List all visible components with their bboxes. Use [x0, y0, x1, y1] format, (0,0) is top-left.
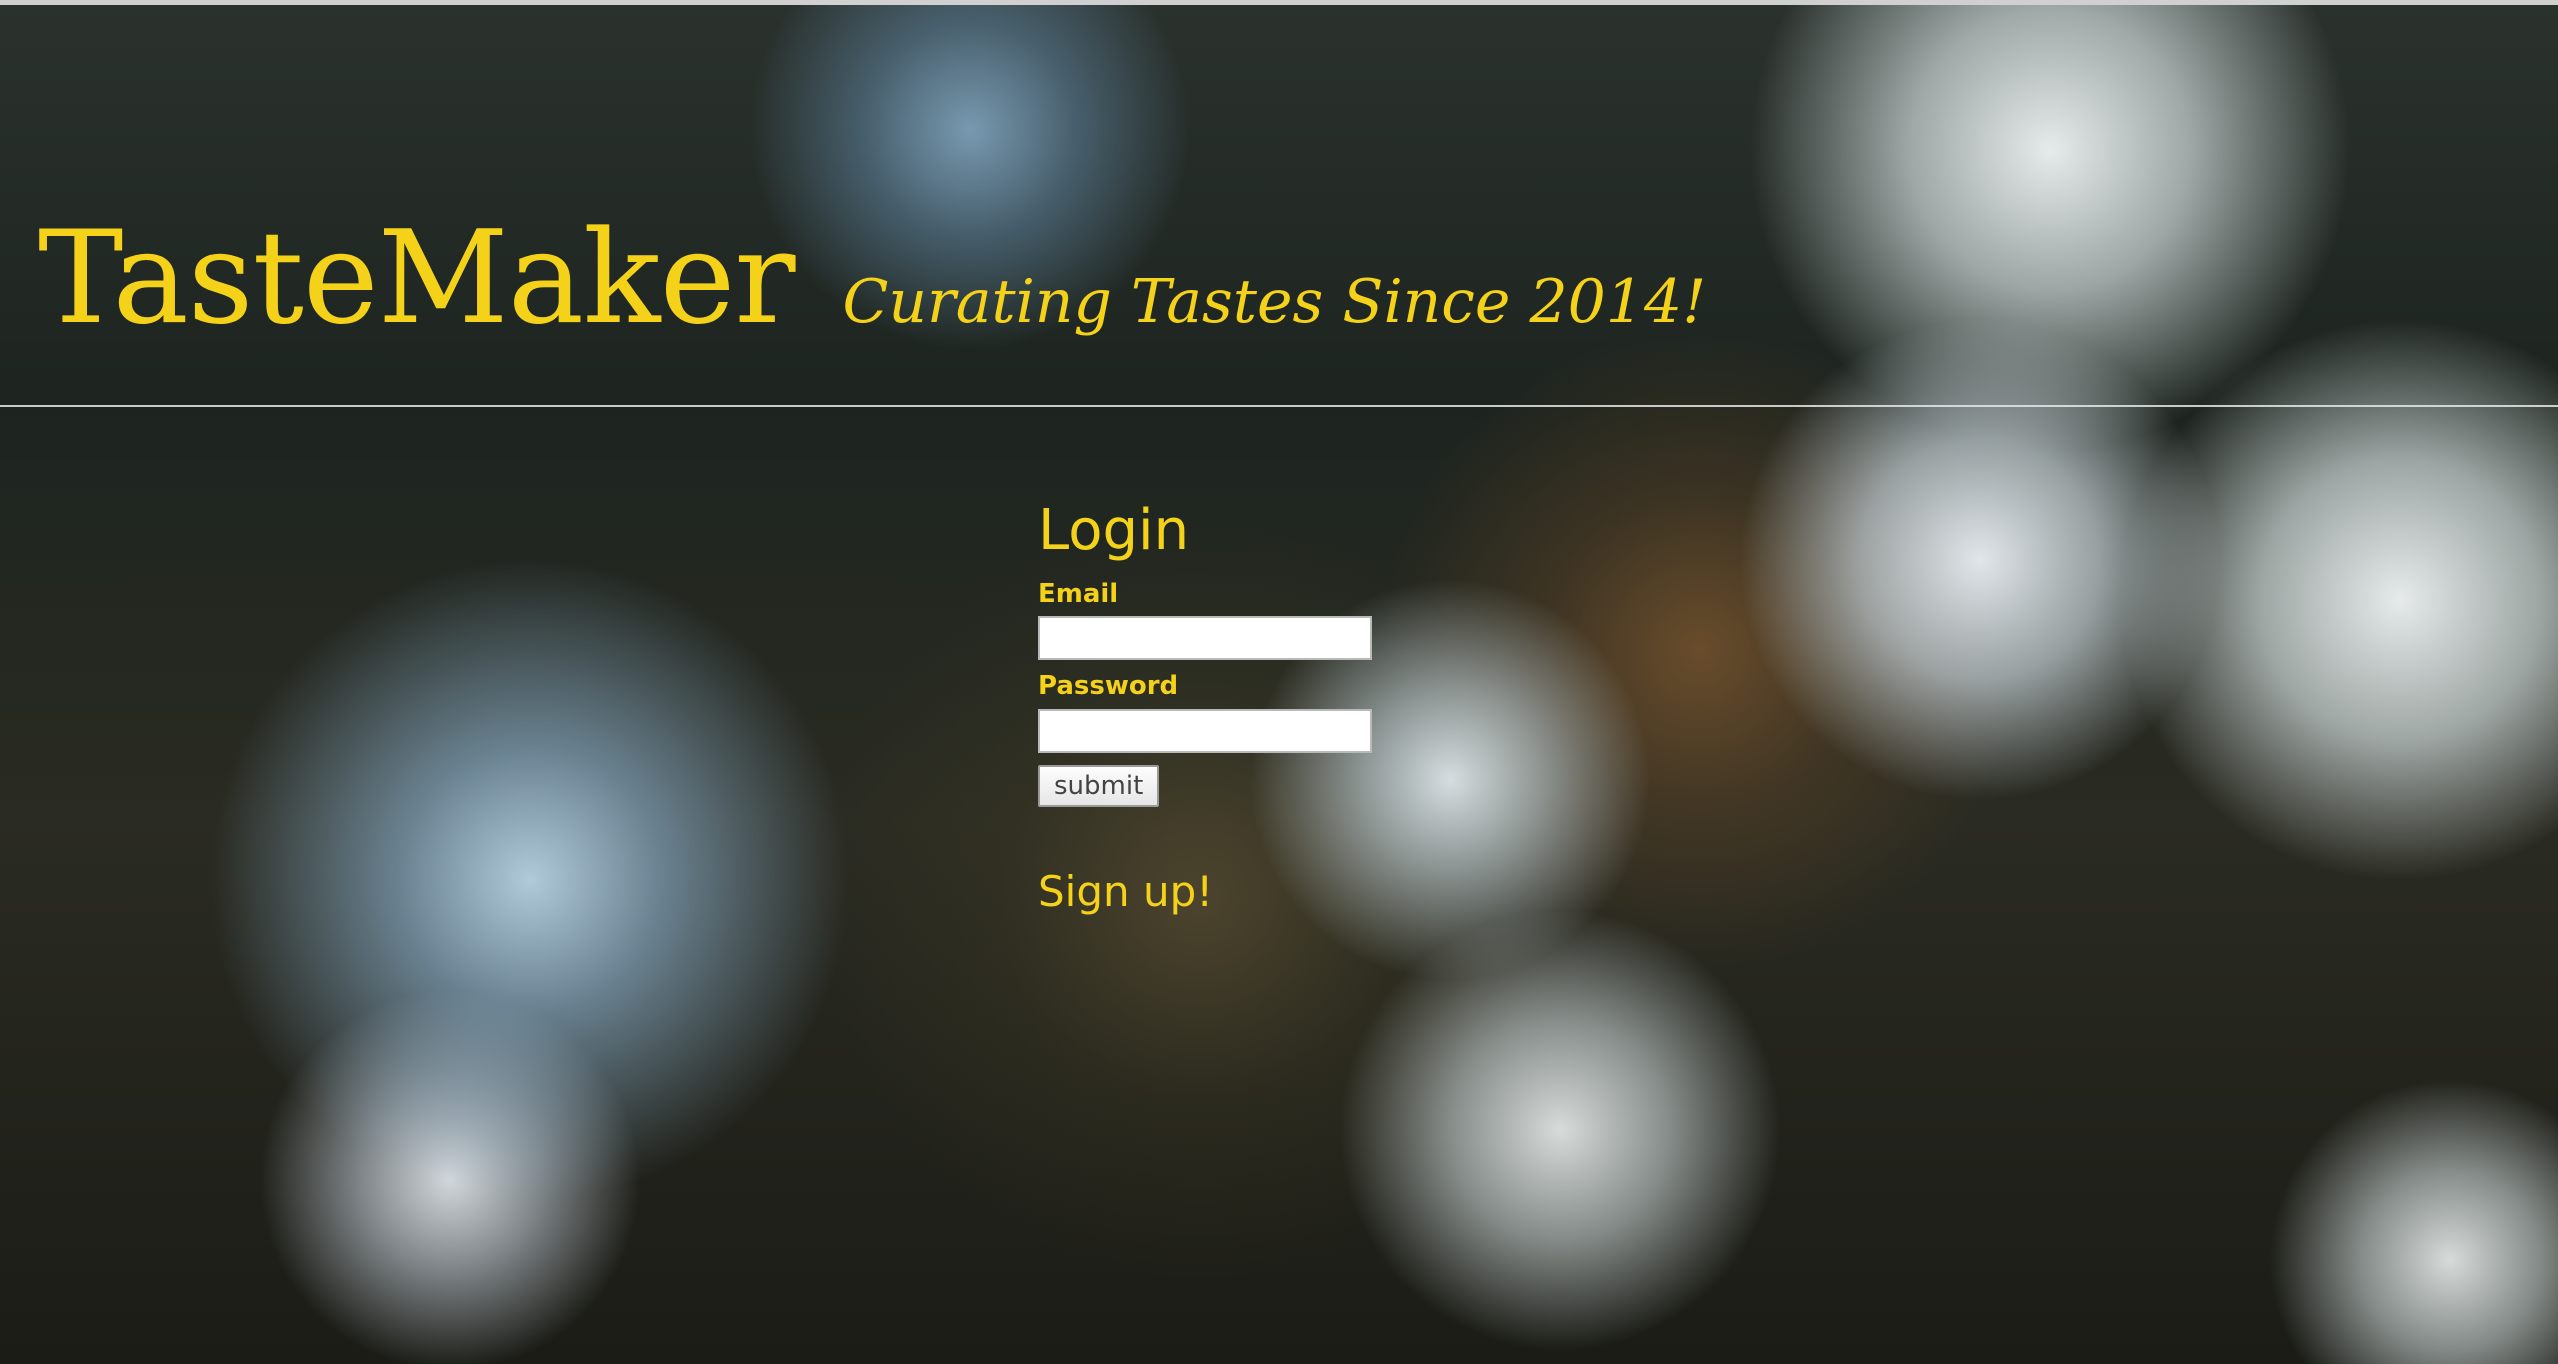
login-heading: Login — [1038, 498, 1190, 563]
signup-link[interactable]: Sign up! — [1038, 867, 1213, 916]
brand: TasteMaker Curating Tastes Since 2014! — [38, 215, 1706, 343]
password-field[interactable] — [1038, 708, 1372, 753]
password-label: Password — [1038, 671, 1179, 702]
email-field[interactable] — [1038, 616, 1372, 661]
site-header: TasteMaker Curating Tastes Since 2014! — [0, 5, 2558, 407]
login-form: Login Email Password submit Sign up! — [1038, 500, 1438, 916]
submit-button[interactable]: submit — [1038, 764, 1160, 807]
email-label: Email — [1038, 578, 1119, 609]
site-title[interactable]: TasteMaker — [38, 215, 795, 343]
site-tagline: Curating Tastes Since 2014! — [842, 267, 1707, 337]
